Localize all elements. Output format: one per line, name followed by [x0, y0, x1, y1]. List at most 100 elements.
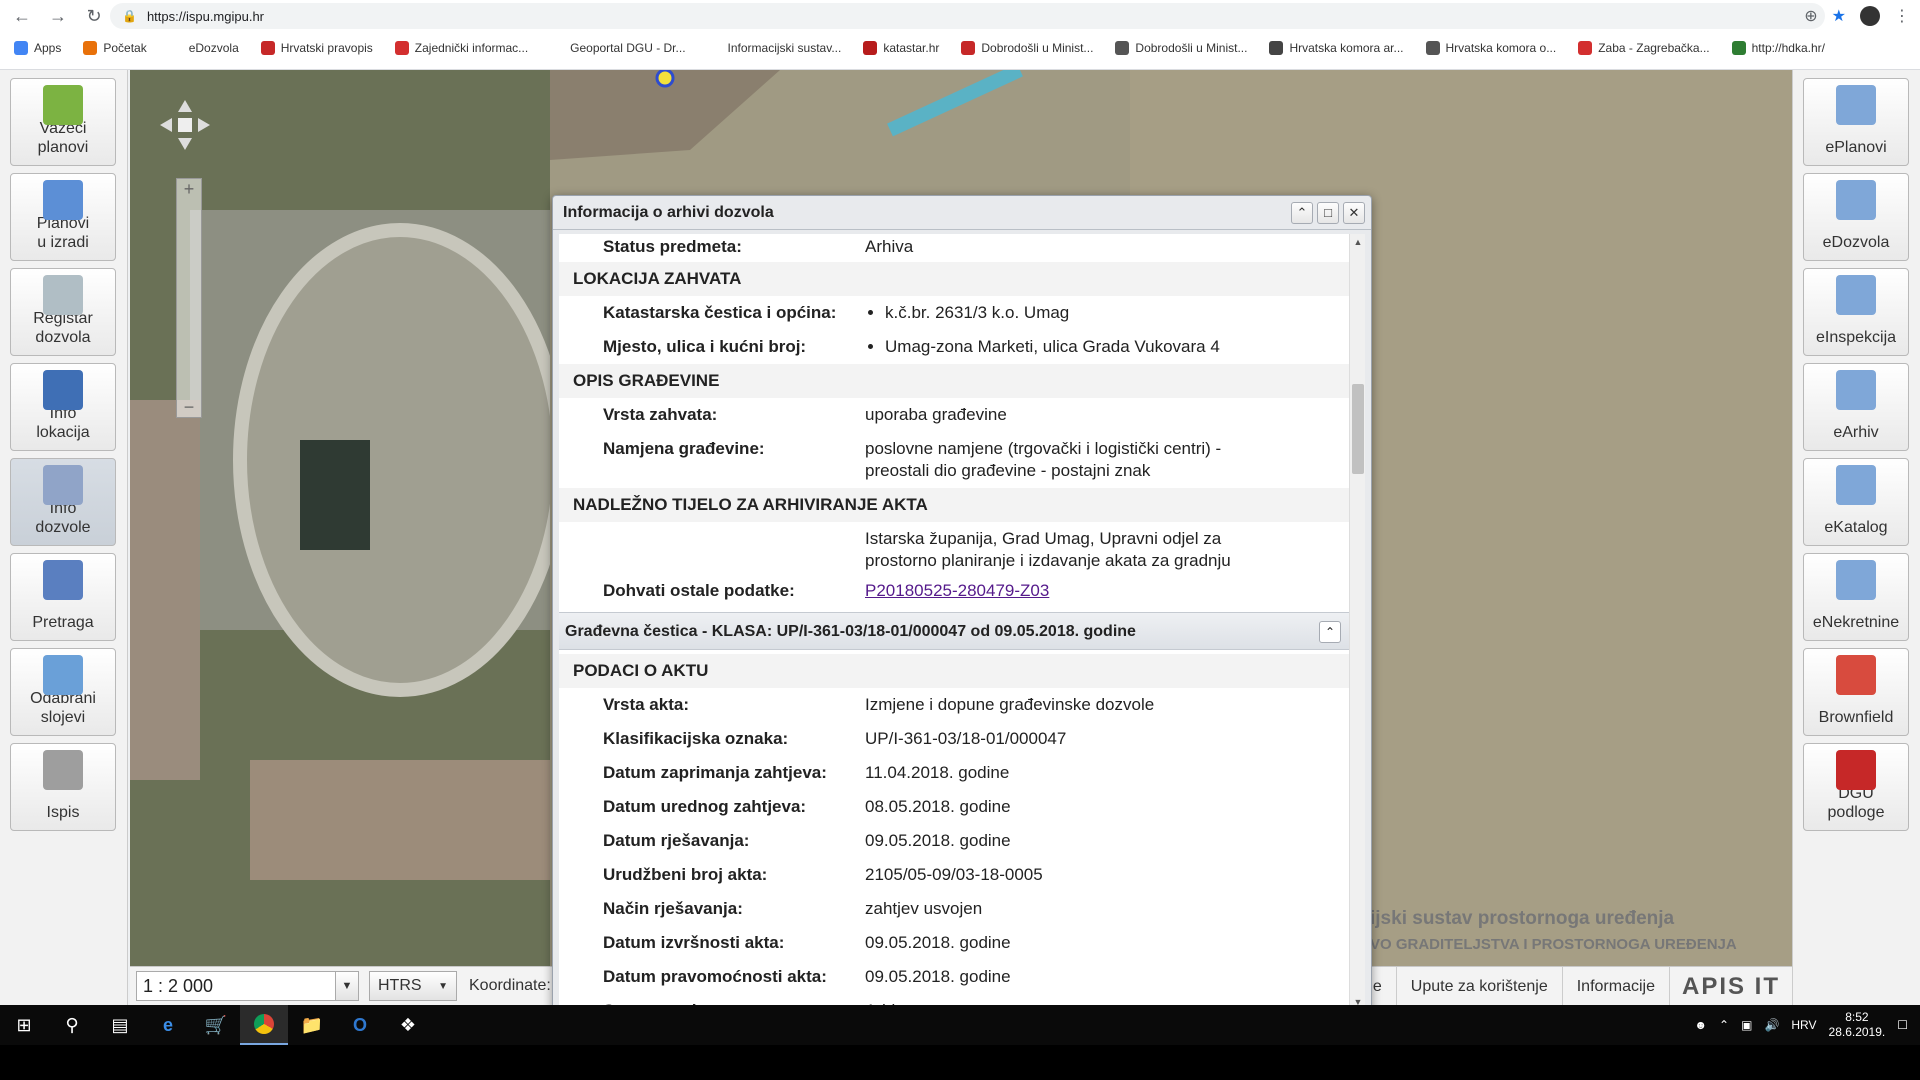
left-rail-button[interactable]: Info lokacija: [10, 363, 116, 451]
act-field-row: Datum pravomoćnosti akta: 09.05.2018. god…: [559, 960, 1349, 994]
search-icon: [43, 560, 83, 600]
forward-icon[interactable]: →: [44, 2, 72, 30]
people-icon[interactable]: ☻: [1694, 1018, 1707, 1032]
system-tray: ☻ ⌃ ▣ 🔊 HRV 8:52 28.6.2019. ☐: [1694, 1010, 1920, 1040]
browser-nav-row: ← → ↻ 🔒 https://ispu.mgipu.hr ⊕ ★ ⋮: [0, 0, 1920, 32]
field-value: prostorno planiranje i izdavanje akata z…: [865, 551, 1231, 570]
bookmark-item[interactable]: Zaba - Zagrebačka...: [1578, 41, 1710, 55]
left-rail-button[interactable]: Pretraga: [10, 553, 116, 641]
windows-start-icon[interactable]: ⊞: [0, 1005, 48, 1045]
search-icon[interactable]: ⚲: [48, 1005, 96, 1045]
bookmark-label: eDozvola: [188, 41, 239, 55]
left-rail-button[interactable]: Važeći planovi: [10, 78, 116, 166]
left-rail-button[interactable]: Planovi u izradi: [10, 173, 116, 261]
left-rail-button[interactable]: Ispis: [10, 743, 116, 831]
zoom-icon[interactable]: ⊕: [1804, 6, 1817, 26]
act-field-row: Datum rješavanja: 09.05.2018. godine: [559, 824, 1349, 858]
right-rail-button[interactable]: eDozvola: [1803, 173, 1909, 261]
dialog-title[interactable]: Informacija o arhivi dozvola: [553, 196, 1371, 230]
bookmark-item[interactable]: Hrvatska komora ar...: [1269, 41, 1404, 55]
bookmark-item[interactable]: eDozvola: [168, 41, 239, 55]
close-icon[interactable]: ✕: [1343, 202, 1365, 224]
app-icon[interactable]: ❖: [384, 1005, 432, 1045]
collapse-icon[interactable]: ⌃: [1291, 202, 1313, 224]
right-rail-button[interactable]: eNekretnine: [1803, 553, 1909, 641]
scale-input[interactable]: 1 : 2 000: [136, 971, 336, 1001]
chevron-up-icon[interactable]: ⌃: [1719, 1018, 1729, 1032]
bookmark-item[interactable]: Hrvatski pravopis: [260, 41, 373, 55]
scale-dropdown-icon[interactable]: ▼: [335, 971, 359, 1001]
windows-taskbar: ⊞ ⚲ ▤ e 🛒 📁 O ❖ ☻ ⌃ ▣ 🔊 HRV 8:52 28.6.20…: [0, 1005, 1920, 1045]
address-bar[interactable]: 🔒 https://ispu.mgipu.hr: [110, 3, 1825, 29]
map-watermark: ijski sustav prostornoga uređenja: [1370, 908, 1675, 929]
left-rail-button[interactable]: Info dozvole: [10, 458, 116, 546]
language-indicator[interactable]: HRV: [1791, 1018, 1816, 1032]
bookmark-item[interactable]: Apps: [14, 41, 61, 55]
star-icon[interactable]: ★: [1832, 6, 1846, 26]
back-icon[interactable]: ←: [8, 2, 36, 30]
zoom-in-button[interactable]: +: [177, 179, 201, 199]
scroll-thumb[interactable]: [1352, 384, 1364, 474]
bookmark-item[interactable]: Geoportal DGU - Dr...: [550, 41, 686, 55]
projection-select[interactable]: HTRS ▼: [369, 971, 457, 1001]
edge-icon[interactable]: e: [144, 1005, 192, 1045]
maximize-icon[interactable]: □: [1317, 202, 1339, 224]
gradjevna-cestica-header[interactable]: Građevna čestica - KLASA: UP/I-361-03/18…: [559, 612, 1349, 650]
app-area: Važeći planovi Planovi u izradi Registar dozv…: [0, 70, 1920, 1015]
dgu-icon: [1836, 750, 1876, 790]
field-label: Mjesto, ulica i kućni broj:: [603, 337, 807, 356]
bookmark-favicon-icon: [1731, 41, 1746, 55]
bookmark-item[interactable]: Zajednički informac...: [394, 41, 528, 55]
bookmark-item[interactable]: Dobrodošli u Minist...: [1115, 41, 1247, 55]
act-field-row: Vrsta akta: Izmjene i dopune građevinske …: [559, 688, 1349, 722]
dohvati-row: Dohvati ostale podatke: P20180525-280479…: [559, 578, 1349, 612]
bookmark-item[interactable]: Hrvatska komora o...: [1425, 41, 1556, 55]
left-rail-button[interactable]: Registar dozvola: [10, 268, 116, 356]
zoom-out-button[interactable]: −: [177, 397, 201, 417]
right-rail-button[interactable]: ePlanovi: [1803, 78, 1909, 166]
bookmark-item[interactable]: katastar.hr: [863, 41, 939, 55]
dohvati-link[interactable]: P20180525-280479-Z03: [865, 581, 1049, 600]
field-label: Datum urednog zahtjeva:: [603, 797, 807, 816]
menu-dots-icon[interactable]: ⋮: [1894, 6, 1910, 26]
bookmark-item[interactable]: Početak: [83, 41, 147, 55]
zoom-slider[interactable]: + −: [176, 178, 202, 418]
outlook-icon[interactable]: O: [336, 1005, 384, 1045]
file-explorer-icon[interactable]: 📁: [288, 1005, 336, 1045]
field-value: 09.05.2018. godine: [865, 831, 1011, 850]
left-rail-button[interactable]: Odabrani slojevi: [10, 648, 116, 736]
right-rail-button[interactable]: eInspekcija: [1803, 268, 1909, 356]
collapse-icon[interactable]: ⌃: [1319, 621, 1341, 643]
katastarska-row: Katastarska čestica i općina: k.č.br. 26…: [559, 296, 1349, 330]
dialog-scrollbar[interactable]: ▲ ▼: [1349, 234, 1365, 1010]
field-value: UP/I-361-03/18-01/000047: [865, 729, 1067, 748]
scroll-up-icon[interactable]: ▲: [1350, 234, 1366, 250]
field-value: Izmjene i dopune građevinske dozvole: [865, 695, 1155, 714]
bookmark-label: Početak: [103, 41, 147, 55]
bookmark-favicon-icon: [1115, 41, 1130, 55]
pan-control[interactable]: [160, 100, 210, 150]
store-icon[interactable]: 🛒: [192, 1005, 240, 1045]
upute-link[interactable]: Upute za korištenje: [1395, 966, 1562, 1006]
informacije-link[interactable]: Informacije: [1561, 966, 1669, 1006]
chrome-icon[interactable]: [240, 1005, 288, 1045]
profile-avatar-icon[interactable]: [1860, 6, 1880, 26]
right-rail-button[interactable]: Brownfield: [1803, 648, 1909, 736]
enekretnine-icon: [1836, 560, 1876, 600]
task-view-icon[interactable]: ▤: [96, 1005, 144, 1045]
reload-icon[interactable]: ↻: [80, 2, 108, 30]
bookmark-favicon-icon: [863, 41, 878, 55]
bookmark-item[interactable]: Dobrodošli u Minist...: [961, 41, 1093, 55]
notifications-icon[interactable]: ☐: [1897, 1018, 1908, 1032]
right-rail-button[interactable]: eKatalog: [1803, 458, 1909, 546]
bookmark-item[interactable]: Informacijski sustav...: [707, 41, 841, 55]
clock[interactable]: 8:52 28.6.2019.: [1829, 1010, 1886, 1040]
network-icon[interactable]: ▣: [1741, 1018, 1752, 1032]
ekatalog-icon: [1836, 465, 1876, 505]
right-rail-button[interactable]: DGU podloge: [1803, 743, 1909, 831]
map-watermark-sub: VO GRADITELJSTVA I PROSTORNOGA UREĐENJA: [1370, 936, 1737, 953]
right-rail-button[interactable]: eArhiv: [1803, 363, 1909, 451]
field-label: Status predmeta:: [603, 237, 742, 256]
volume-icon[interactable]: 🔊: [1764, 1018, 1779, 1032]
bookmark-item[interactable]: http://hdka.hr/: [1731, 41, 1825, 55]
